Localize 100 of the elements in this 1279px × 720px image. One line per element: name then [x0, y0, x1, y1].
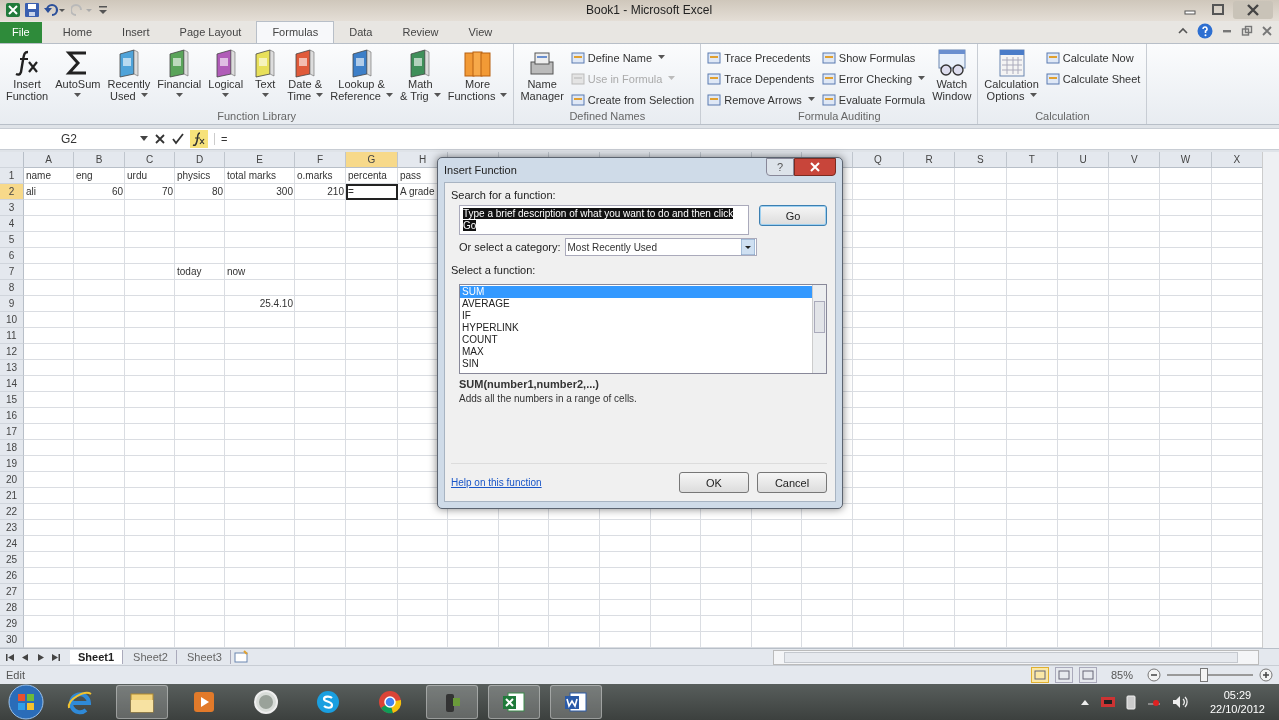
ribbon-tab[interactable]: File	[0, 21, 42, 43]
ribbon-button[interactable]: Calculate Now	[1042, 47, 1144, 68]
column-header[interactable]: B	[74, 152, 125, 169]
close-icon[interactable]	[1261, 24, 1273, 37]
check-icon[interactable]	[172, 132, 184, 145]
row-header[interactable]: 21	[0, 488, 24, 505]
ribbon-tab[interactable]: Data	[334, 21, 388, 43]
ribbon-button[interactable]: Trace Precedents	[704, 47, 818, 68]
save-icon[interactable]	[25, 3, 39, 18]
ribbon-tab[interactable]: Home	[47, 21, 108, 43]
close-button[interactable]	[794, 158, 836, 176]
function-list-item[interactable]: HYPERLINK	[460, 322, 812, 334]
ribbon-button[interactable]: Logical	[205, 45, 247, 100]
ribbon-button[interactable]: Create from Selection	[567, 89, 698, 110]
column-header[interactable]: W	[1160, 152, 1212, 169]
ribbon-button[interactable]: Calculation Options	[981, 45, 1042, 104]
function-icon[interactable]	[190, 129, 208, 148]
function-list-item[interactable]: MAX	[460, 346, 812, 358]
row-header[interactable]: 1	[0, 168, 24, 185]
battery-icon[interactable]	[1125, 694, 1136, 710]
list-scrollbar[interactable]	[812, 285, 826, 373]
taskbar-button[interactable]	[550, 685, 602, 719]
ribbon-button[interactable]: Remove Arrows	[704, 89, 818, 110]
row-header[interactable]: 13	[0, 360, 24, 377]
show-hidden-icons-icon[interactable]	[1079, 698, 1090, 706]
column-header[interactable]: U	[1057, 152, 1110, 169]
restore-icon[interactable]	[1241, 24, 1253, 37]
row-header[interactable]: 16	[0, 408, 24, 425]
ribbon-button[interactable]: Financial	[154, 45, 205, 100]
dialog-button[interactable]: Cancel	[757, 472, 827, 493]
zoom-slider-thumb[interactable]	[1199, 668, 1208, 683]
function-list-item[interactable]: COUNT	[460, 334, 812, 346]
row-header[interactable]: 30	[0, 632, 24, 649]
help-icon[interactable]	[1197, 22, 1213, 39]
ribbon-button[interactable]: Show Formulas	[818, 47, 929, 68]
go-button[interactable]: Go	[759, 205, 827, 226]
ribbon-button[interactable]: Date & Time	[284, 45, 327, 104]
ribbon-button[interactable]: Trace Dependents	[704, 68, 818, 89]
ribbon-button[interactable]: Text	[247, 45, 284, 100]
row-header[interactable]: 27	[0, 584, 24, 601]
clock-time[interactable]: 05:29	[1223, 688, 1252, 702]
sheet-tab[interactable]: Sheet2	[125, 650, 177, 665]
taskbar-button[interactable]	[488, 685, 540, 719]
last-sheet-icon[interactable]	[51, 652, 60, 662]
row-header[interactable]: 19	[0, 456, 24, 473]
ribbon-button[interactable]: More Functions	[444, 45, 511, 104]
ribbon-button[interactable]: Define Name	[567, 47, 698, 68]
ribbon-tab[interactable]: View	[453, 21, 508, 43]
start-button-icon[interactable]	[8, 684, 44, 720]
row-header[interactable]: 3	[0, 200, 24, 217]
undo-icon[interactable]	[44, 3, 66, 18]
formula-field[interactable]: =	[214, 132, 1279, 145]
close-icon[interactable]	[1233, 1, 1273, 20]
ribbon-tab[interactable]: Insert	[107, 21, 165, 43]
ribbon-tab[interactable]: Review	[387, 21, 454, 43]
zoom-in-icon[interactable]	[1259, 668, 1273, 683]
row-header[interactable]: 15	[0, 392, 24, 409]
ribbon-button[interactable]: Calculate Sheet	[1042, 68, 1144, 89]
column-header[interactable]: X	[1211, 152, 1263, 169]
clock-date[interactable]: 22/10/2012	[1209, 702, 1265, 716]
vertical-scrollbar[interactable]	[1262, 152, 1279, 649]
column-header[interactable]: V	[1109, 152, 1161, 169]
row-header[interactable]: 11	[0, 328, 24, 345]
row-header[interactable]: 6	[0, 248, 24, 265]
taskbar-button[interactable]	[116, 685, 168, 719]
sheet-tab[interactable]: Sheet3	[178, 650, 231, 665]
row-header[interactable]: 9	[0, 296, 24, 313]
ribbon-button[interactable]: Lookup & Reference	[327, 45, 396, 104]
ribbon-button[interactable]: Insert Function	[3, 45, 52, 104]
column-header[interactable]: F	[295, 152, 346, 169]
ribbon-tab[interactable]: Page Layout	[164, 21, 257, 43]
ribbon-button[interactable]: Error Checking	[818, 68, 929, 89]
row-header[interactable]: 7	[0, 264, 24, 281]
dialog-button[interactable]: OK	[679, 472, 749, 493]
row-header[interactable]: 20	[0, 472, 24, 489]
row-header[interactable]: 8	[0, 280, 24, 297]
row-header[interactable]: 5	[0, 232, 24, 249]
row-header[interactable]: 17	[0, 424, 24, 441]
function-list-item[interactable]: SIN	[460, 358, 812, 370]
ribbon-button[interactable]: Recently Used	[104, 45, 154, 104]
cancel-icon[interactable]	[154, 132, 166, 145]
function-list-item[interactable]: IF	[460, 310, 812, 322]
ribbon-tab[interactable]: Formulas	[256, 20, 335, 43]
next-sheet-icon[interactable]	[36, 652, 45, 662]
column-header[interactable]: G	[346, 152, 398, 169]
ribbon-button[interactable]: Math & Trig	[396, 45, 444, 104]
column-header[interactable]: S	[955, 152, 1007, 169]
zoom-out-icon[interactable]	[1147, 668, 1161, 683]
row-header[interactable]: 29	[0, 616, 24, 633]
ribbon-button[interactable]: Watch Window	[929, 45, 975, 104]
first-sheet-icon[interactable]	[6, 652, 15, 662]
ribbon-button[interactable]: Name Manager	[517, 45, 567, 104]
row-header[interactable]: 26	[0, 568, 24, 585]
row-header[interactable]: 12	[0, 344, 24, 361]
row-header[interactable]: 24	[0, 536, 24, 553]
row-header[interactable]: 4	[0, 216, 24, 233]
taskbar-button[interactable]	[426, 685, 478, 719]
category-dropdown[interactable]: Most Recently Used	[564, 238, 757, 256]
volume-icon[interactable]	[1171, 695, 1190, 709]
column-header[interactable]: E	[225, 152, 295, 169]
